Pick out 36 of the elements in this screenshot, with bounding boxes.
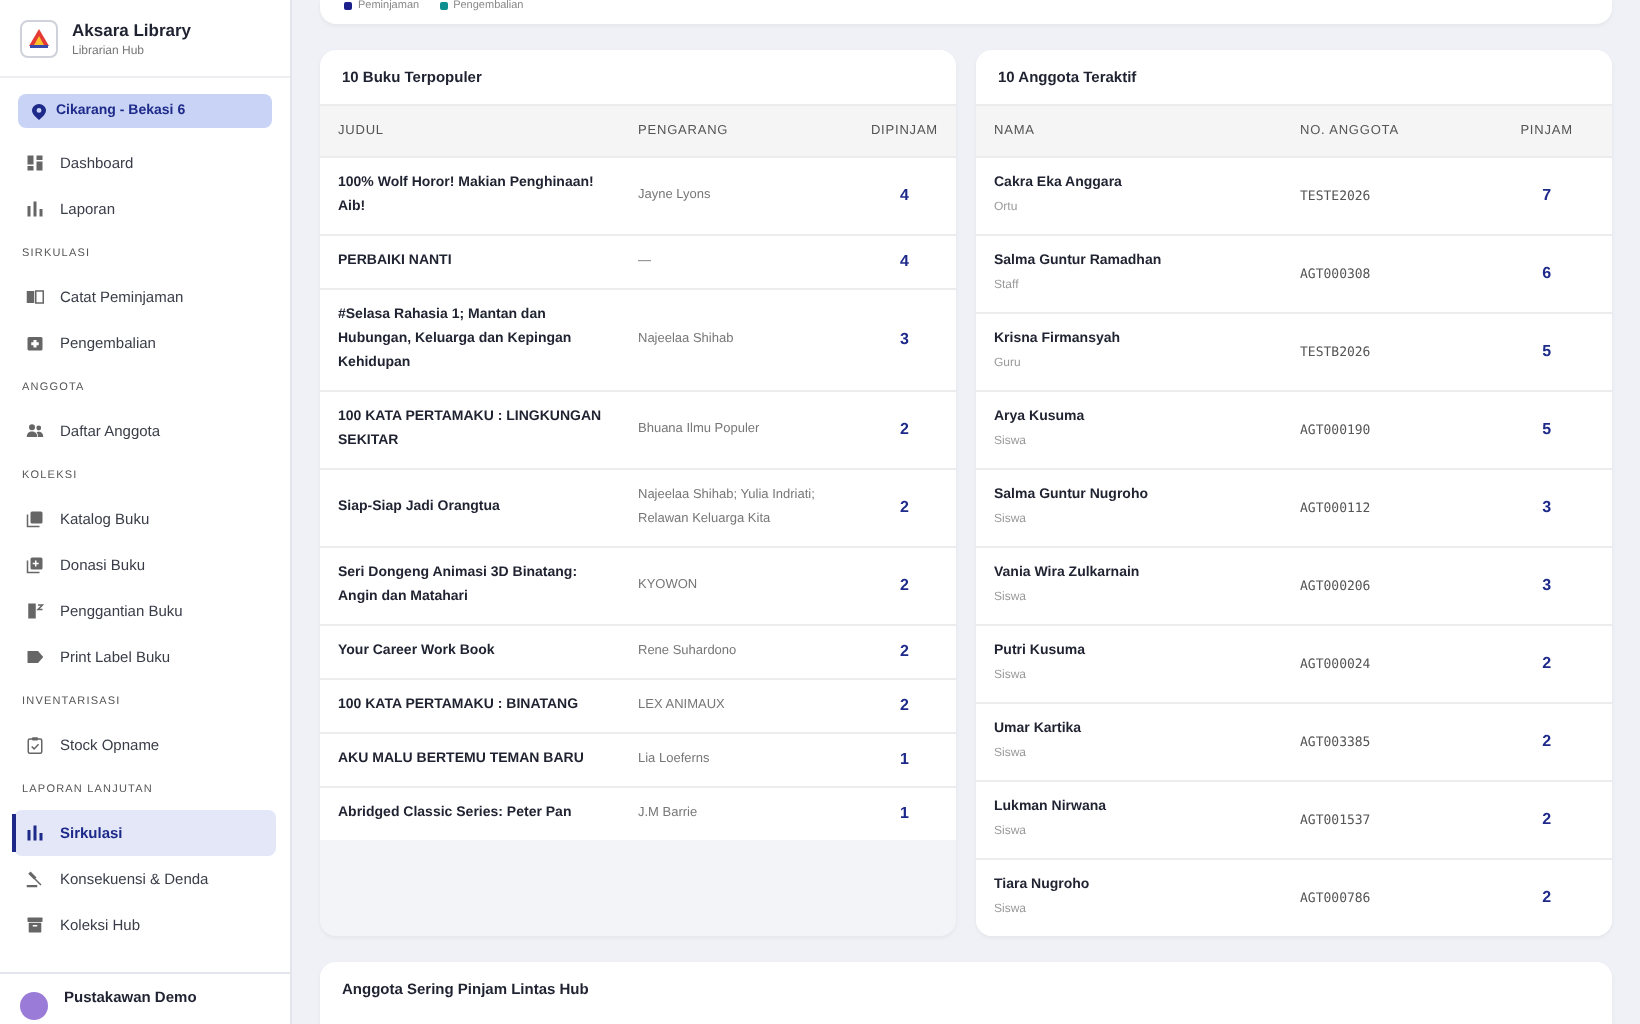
borrow-count-cell: 2 — [1481, 859, 1612, 936]
label-icon — [26, 648, 44, 666]
book-add-icon — [26, 556, 44, 574]
gavel-icon — [26, 870, 44, 888]
library-logo-icon — [20, 20, 58, 58]
borrow-count-cell: 5 — [1481, 391, 1612, 469]
clipboard-icon — [26, 736, 44, 754]
people-icon — [26, 422, 44, 440]
borrow-count-cell: 2 — [852, 469, 956, 547]
borrow-count-cell: 2 — [852, 679, 956, 733]
bar-chart-icon — [26, 200, 44, 218]
borrow-count-cell: 3 — [1481, 469, 1612, 547]
box-icon — [26, 334, 44, 352]
borrow-count-cell: 5 — [1481, 313, 1612, 391]
borrow-count-cell: 3 — [1481, 547, 1612, 625]
borrow-count-cell: 6 — [1481, 235, 1612, 313]
brand-title: Aksara Library — [72, 20, 192, 40]
borrow-count-cell: 2 — [852, 547, 956, 625]
archive-icon — [26, 916, 44, 934]
borrow-count-cell: 4 — [852, 157, 956, 235]
borrow-count-cell: 2 — [852, 625, 956, 679]
borrow-count-cell: 2 — [1481, 625, 1612, 703]
dashboard-icon — [26, 154, 44, 172]
borrow-count-cell: 1 — [852, 787, 956, 840]
user-avatar — [20, 992, 48, 1020]
borrow-count-cell: 2 — [1481, 781, 1612, 859]
borrow-count-cell: 2 — [852, 391, 956, 469]
borrow-count-cell: 2 — [1481, 703, 1612, 781]
borrow-count-cell: 4 — [852, 235, 956, 289]
borrow-count-cell: 3 — [852, 289, 956, 391]
borrow-count-cell: 7 — [1481, 157, 1612, 235]
book-icon — [26, 288, 44, 306]
bar-chart-icon — [26, 824, 44, 842]
book-stack-icon — [26, 510, 44, 528]
borrow-count-cell: 1 — [852, 733, 956, 787]
location-pin-icon — [32, 103, 46, 119]
